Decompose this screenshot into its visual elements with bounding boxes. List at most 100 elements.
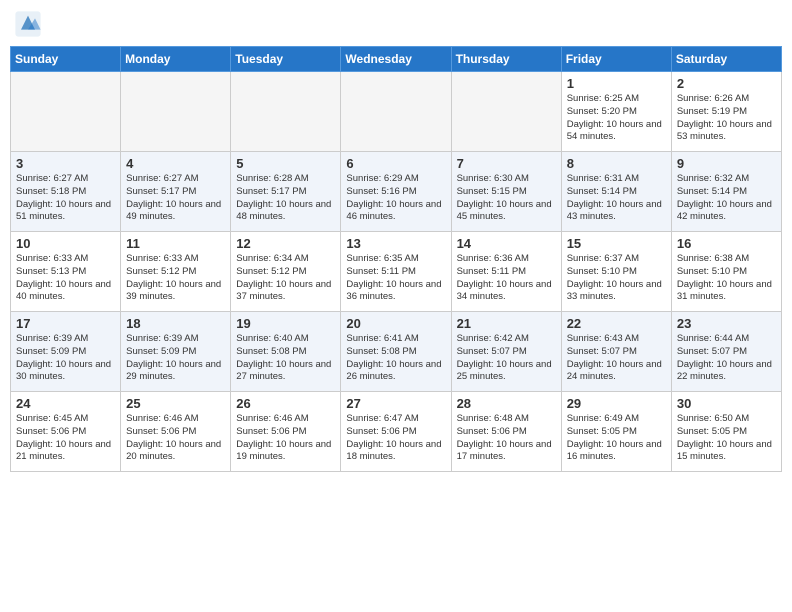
day-info: Sunrise: 6:35 AM Sunset: 5:11 PM Dayligh… [346, 253, 445, 304]
day-number: 7 [457, 156, 556, 171]
calendar-cell: 30Sunrise: 6:50 AM Sunset: 5:05 PM Dayli… [671, 392, 781, 472]
week-row-2: 3 Sunrise: 6:27 AM Sunset: 5:18 PM Daylig… [11, 152, 782, 232]
day-info: Sunrise: 6:42 AM Sunset: 5:07 PM Dayligh… [457, 333, 556, 384]
calendar-cell: 18Sunrise: 6:39 AM Sunset: 5:09 PM Dayli… [121, 312, 231, 392]
logo [14, 10, 46, 38]
calendar-cell: 6Sunrise: 6:29 AM Sunset: 5:16 PM Daylig… [341, 152, 451, 232]
calendar-cell: 25 Sunrise: 6:46 AM Sunset: 5:06 PM Dayli… [121, 392, 231, 472]
calendar-cell: 24Sunrise: 6:45 AM Sunset: 5:06 PM Dayli… [11, 392, 121, 472]
day-info: Sunrise: 6:32 AM Sunset: 5:14 PM Dayligh… [677, 173, 776, 224]
calendar-cell: 27Sunrise: 6:47 AM Sunset: 5:06 PM Dayli… [341, 392, 451, 472]
calendar-cell: 10 Sunrise: 6:33 AM Sunset: 5:13 PM Dayli… [11, 232, 121, 312]
day-number: 5 [236, 156, 335, 171]
day-number: 13 [346, 236, 445, 251]
day-number: 8 [567, 156, 666, 171]
day-info: Sunrise: 6:49 AM Sunset: 5:05 PM Dayligh… [567, 413, 666, 464]
day-info: Sunrise: 6:40 AM Sunset: 5:08 PM Dayligh… [236, 333, 335, 384]
calendar-cell: 11 Sunrise: 6:33 AM Sunset: 5:12 PM Dayli… [121, 232, 231, 312]
day-info: Sunrise: 6:33 AM Sunset: 5:13 PM Dayligh… [16, 253, 115, 304]
calendar-cell: 15Sunrise: 6:37 AM Sunset: 5:10 PM Dayli… [561, 232, 671, 312]
col-header-friday: Friday [561, 47, 671, 72]
day-info: Sunrise: 6:36 AM Sunset: 5:11 PM Dayligh… [457, 253, 556, 304]
day-number: 3 [16, 156, 115, 171]
calendar-cell [11, 72, 121, 152]
day-info: Sunrise: 6:38 AM Sunset: 5:10 PM Dayligh… [677, 253, 776, 304]
day-number: 10 [16, 236, 115, 251]
day-info: Sunrise: 6:46 AM Sunset: 5:06 PM Dayligh… [236, 413, 335, 464]
calendar-cell [341, 72, 451, 152]
col-header-saturday: Saturday [671, 47, 781, 72]
calendar-cell: 21 Sunrise: 6:42 AM Sunset: 5:07 PM Dayli… [451, 312, 561, 392]
day-number: 22 [567, 316, 666, 331]
day-number: 15 [567, 236, 666, 251]
day-number: 12 [236, 236, 335, 251]
calendar-cell: 1Sunrise: 6:25 AM Sunset: 5:20 PM Daylig… [561, 72, 671, 152]
calendar-cell [451, 72, 561, 152]
day-number: 9 [677, 156, 776, 171]
calendar-cell: 28 Sunrise: 6:48 AM Sunset: 5:06 PM Dayli… [451, 392, 561, 472]
day-number: 4 [126, 156, 225, 171]
col-header-sunday: Sunday [11, 47, 121, 72]
day-info: Sunrise: 6:27 AM Sunset: 5:18 PM Dayligh… [16, 173, 115, 224]
day-info: Sunrise: 6:46 AM Sunset: 5:06 PM Dayligh… [126, 413, 225, 464]
calendar-cell [231, 72, 341, 152]
calendar-cell: 5 Sunrise: 6:28 AM Sunset: 5:17 PM Daylig… [231, 152, 341, 232]
day-number: 11 [126, 236, 225, 251]
day-info: Sunrise: 6:26 AM Sunset: 5:19 PM Dayligh… [677, 93, 776, 144]
col-header-tuesday: Tuesday [231, 47, 341, 72]
day-number: 21 [457, 316, 556, 331]
day-info: Sunrise: 6:30 AM Sunset: 5:15 PM Dayligh… [457, 173, 556, 224]
calendar-cell: 13 Sunrise: 6:35 AM Sunset: 5:11 PM Dayli… [341, 232, 451, 312]
day-info: Sunrise: 6:43 AM Sunset: 5:07 PM Dayligh… [567, 333, 666, 384]
day-info: Sunrise: 6:27 AM Sunset: 5:17 PM Dayligh… [126, 173, 225, 224]
calendar-cell: 19 Sunrise: 6:40 AM Sunset: 5:08 PM Dayli… [231, 312, 341, 392]
calendar-cell: 7 Sunrise: 6:30 AM Sunset: 5:15 PM Daylig… [451, 152, 561, 232]
day-info: Sunrise: 6:44 AM Sunset: 5:07 PM Dayligh… [677, 333, 776, 384]
calendar-cell: 4 Sunrise: 6:27 AM Sunset: 5:17 PM Daylig… [121, 152, 231, 232]
calendar-cell: 23Sunrise: 6:44 AM Sunset: 5:07 PM Dayli… [671, 312, 781, 392]
day-info: Sunrise: 6:39 AM Sunset: 5:09 PM Dayligh… [126, 333, 225, 384]
day-number: 16 [677, 236, 776, 251]
day-info: Sunrise: 6:50 AM Sunset: 5:05 PM Dayligh… [677, 413, 776, 464]
calendar-cell: 17Sunrise: 6:39 AM Sunset: 5:09 PM Dayli… [11, 312, 121, 392]
calendar-cell: 14 Sunrise: 6:36 AM Sunset: 5:11 PM Dayli… [451, 232, 561, 312]
week-row-4: 17Sunrise: 6:39 AM Sunset: 5:09 PM Dayli… [11, 312, 782, 392]
calendar-cell: 29 Sunrise: 6:49 AM Sunset: 5:05 PM Dayli… [561, 392, 671, 472]
calendar-cell: 22 Sunrise: 6:43 AM Sunset: 5:07 PM Dayli… [561, 312, 671, 392]
day-info: Sunrise: 6:25 AM Sunset: 5:20 PM Dayligh… [567, 93, 666, 144]
day-number: 2 [677, 76, 776, 91]
day-info: Sunrise: 6:48 AM Sunset: 5:06 PM Dayligh… [457, 413, 556, 464]
day-number: 26 [236, 396, 335, 411]
calendar-cell: 2 Sunrise: 6:26 AM Sunset: 5:19 PM Daylig… [671, 72, 781, 152]
day-number: 14 [457, 236, 556, 251]
col-header-wednesday: Wednesday [341, 47, 451, 72]
day-number: 19 [236, 316, 335, 331]
day-number: 24 [16, 396, 115, 411]
calendar-cell: 8 Sunrise: 6:31 AM Sunset: 5:14 PM Daylig… [561, 152, 671, 232]
day-number: 28 [457, 396, 556, 411]
calendar-cell [121, 72, 231, 152]
day-info: Sunrise: 6:31 AM Sunset: 5:14 PM Dayligh… [567, 173, 666, 224]
calendar-cell: 20 Sunrise: 6:41 AM Sunset: 5:08 PM Dayli… [341, 312, 451, 392]
day-number: 29 [567, 396, 666, 411]
calendar-cell: 16 Sunrise: 6:38 AM Sunset: 5:10 PM Dayli… [671, 232, 781, 312]
day-info: Sunrise: 6:34 AM Sunset: 5:12 PM Dayligh… [236, 253, 335, 304]
calendar-table: SundayMondayTuesdayWednesdayThursdayFrid… [10, 46, 782, 472]
calendar-cell: 9 Sunrise: 6:32 AM Sunset: 5:14 PM Daylig… [671, 152, 781, 232]
day-info: Sunrise: 6:28 AM Sunset: 5:17 PM Dayligh… [236, 173, 335, 224]
day-number: 27 [346, 396, 445, 411]
col-header-thursday: Thursday [451, 47, 561, 72]
page-header [10, 10, 782, 38]
day-info: Sunrise: 6:29 AM Sunset: 5:16 PM Dayligh… [346, 173, 445, 224]
day-info: Sunrise: 6:41 AM Sunset: 5:08 PM Dayligh… [346, 333, 445, 384]
day-number: 20 [346, 316, 445, 331]
day-info: Sunrise: 6:33 AM Sunset: 5:12 PM Dayligh… [126, 253, 225, 304]
week-row-1: 1Sunrise: 6:25 AM Sunset: 5:20 PM Daylig… [11, 72, 782, 152]
col-header-monday: Monday [121, 47, 231, 72]
day-number: 25 [126, 396, 225, 411]
week-row-3: 10 Sunrise: 6:33 AM Sunset: 5:13 PM Dayli… [11, 232, 782, 312]
calendar-cell: 26 Sunrise: 6:46 AM Sunset: 5:06 PM Dayli… [231, 392, 341, 472]
week-row-5: 24Sunrise: 6:45 AM Sunset: 5:06 PM Dayli… [11, 392, 782, 472]
calendar-header-row: SundayMondayTuesdayWednesdayThursdayFrid… [11, 47, 782, 72]
calendar-cell: 12 Sunrise: 6:34 AM Sunset: 5:12 PM Dayli… [231, 232, 341, 312]
